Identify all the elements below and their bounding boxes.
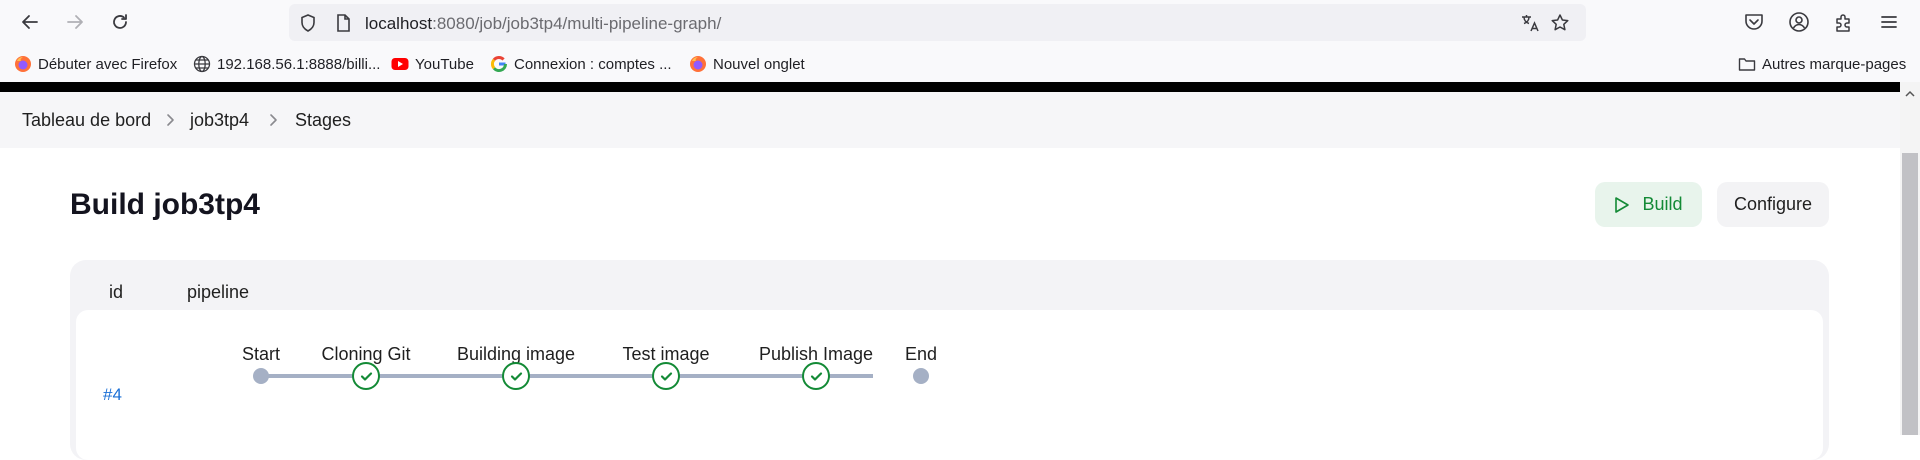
reload-icon[interactable] bbox=[104, 6, 136, 38]
success-check-icon[interactable] bbox=[352, 362, 380, 390]
scrollbar-thumb[interactable] bbox=[1902, 153, 1918, 435]
bookmark-item[interactable]: 192.168.56.1:8888/billi... bbox=[193, 55, 380, 73]
chevron-right-icon bbox=[266, 112, 280, 128]
runs-table: id pipeline #4 Start Cloning Git Buildin… bbox=[70, 260, 1829, 460]
build-button-label: Build bbox=[1642, 194, 1683, 214]
breadcrumb: Tableau de bord job3tp4 Stages bbox=[0, 92, 1900, 148]
bookmark-label: Débuter avec Firefox bbox=[38, 55, 178, 73]
success-check-icon[interactable] bbox=[802, 362, 830, 390]
folder-icon bbox=[1738, 55, 1756, 73]
success-check-icon[interactable] bbox=[502, 362, 530, 390]
bookmarks-bar: Débuter avec Firefox 192.168.56.1:8888/b… bbox=[0, 44, 1920, 82]
stage-label: Start bbox=[241, 344, 281, 364]
bookmark-label: Connexion : comptes ... bbox=[514, 55, 672, 73]
firefox-icon bbox=[14, 55, 32, 73]
breadcrumb-stages[interactable]: Stages bbox=[295, 110, 351, 131]
other-bookmarks-label: Autres marque-pages bbox=[1762, 55, 1907, 73]
bookmark-item[interactable]: YouTube bbox=[391, 55, 474, 73]
column-header-id: id bbox=[109, 282, 124, 302]
stage-end-node bbox=[913, 368, 929, 384]
stage-start-node bbox=[253, 368, 269, 384]
bookmark-item[interactable]: Débuter avec Firefox bbox=[14, 55, 177, 73]
stage-label: End bbox=[904, 344, 938, 364]
firefox-icon bbox=[689, 55, 707, 73]
configure-button-label: Configure bbox=[1733, 194, 1813, 214]
page-title: Build job3tp4 bbox=[70, 188, 260, 221]
browser-toolbar: localhost:8080/job/job3tp4/multi-pipelin… bbox=[0, 0, 1920, 44]
address-bar[interactable]: localhost:8080/job/job3tp4/multi-pipelin… bbox=[289, 4, 1586, 41]
star-bookmark-icon[interactable] bbox=[1550, 13, 1570, 33]
run-id-link[interactable]: #4 bbox=[103, 385, 122, 405]
account-icon[interactable] bbox=[1787, 10, 1811, 34]
chevron-right-icon bbox=[163, 112, 177, 128]
page-info-icon[interactable] bbox=[333, 13, 353, 33]
configure-button[interactable]: Configure bbox=[1717, 182, 1829, 227]
bookmark-label: YouTube bbox=[415, 55, 474, 73]
extensions-icon[interactable] bbox=[1832, 10, 1856, 34]
other-bookmarks[interactable]: Autres marque-pages bbox=[1738, 55, 1906, 73]
url-text[interactable]: localhost:8080/job/job3tp4/multi-pipelin… bbox=[365, 14, 721, 34]
bookmark-label: 192.168.56.1:8888/billi... bbox=[217, 55, 381, 73]
bookmark-item[interactable]: Connexion : comptes ... bbox=[490, 55, 672, 73]
table-row: #4 Start Cloning Git Building image Test… bbox=[76, 310, 1823, 460]
breadcrumb-dashboard[interactable]: Tableau de bord bbox=[22, 110, 151, 131]
bookmark-item[interactable]: Nouvel onglet bbox=[689, 55, 805, 73]
column-header-pipeline: pipeline bbox=[187, 282, 250, 302]
forward-arrow-icon[interactable] bbox=[59, 6, 91, 38]
google-icon bbox=[490, 55, 508, 73]
page-header-bar bbox=[0, 82, 1920, 92]
success-check-icon[interactable] bbox=[652, 362, 680, 390]
url-path: :8080/job/job3tp4/multi-pipeline-graph/ bbox=[432, 14, 722, 33]
url-host: localhost bbox=[365, 14, 433, 33]
menu-hamburger-icon[interactable] bbox=[1877, 10, 1901, 34]
jenkins-page: Tableau de bord job3tp4 Stages Build job… bbox=[0, 92, 1900, 460]
scroll-up-arrow-icon[interactable] bbox=[1904, 86, 1916, 97]
build-button[interactable]: Build bbox=[1595, 182, 1702, 227]
back-arrow-icon[interactable] bbox=[14, 6, 46, 38]
shield-icon[interactable] bbox=[298, 13, 318, 33]
bookmark-label: Nouvel onglet bbox=[713, 55, 805, 73]
pocket-icon[interactable] bbox=[1742, 10, 1766, 34]
play-icon bbox=[1615, 196, 1630, 213]
translate-icon[interactable] bbox=[1520, 13, 1540, 33]
globe-icon bbox=[193, 55, 211, 73]
youtube-icon bbox=[391, 55, 409, 73]
breadcrumb-job[interactable]: job3tp4 bbox=[190, 110, 249, 131]
